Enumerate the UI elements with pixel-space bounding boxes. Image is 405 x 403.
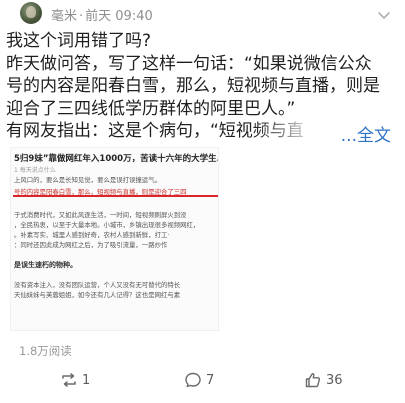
comment-button[interactable]: 7 [184, 369, 214, 391]
article-line: ，全民热衷，以至于大量本地。小城市，乡镇出现很多视频网红， [14, 221, 200, 229]
post-meta: 毫米 · 前天 09:40 [51, 5, 153, 24]
text-fade [253, 120, 333, 144]
repost-button[interactable]: 1 [60, 369, 90, 391]
article-line: 没有资本注入，没有团队运营，个人又没有无可替代的特长 [14, 281, 181, 289]
meta-separator: · [79, 9, 84, 24]
comment-icon [184, 371, 202, 389]
post-line: 迎合了三四线低学历群体的阿里巴人。” [6, 98, 296, 119]
chevron-down-icon[interactable] [377, 8, 391, 22]
action-bar: 1 7 36 [0, 365, 405, 403]
post-body[interactable]: 我这个词用错了吗? 昨天做问答，写了这样一句话：“如果说微信公众 号的内容是阳春… [6, 30, 396, 143]
post-header: 毫米 · 前天 09:40 [0, 0, 405, 34]
username[interactable]: 毫米 [51, 9, 77, 24]
repost-icon [60, 371, 78, 389]
post-line: 昨天做问答，写了这样一句话：“如果说微信公众 [6, 53, 372, 74]
article-headline: 5归9妹”靠做网红年入1000万，苦读十六年的大学生... [14, 154, 219, 164]
thumbs-up-icon [304, 371, 322, 389]
article-line: 天仙妹妹与芙蓉姐姐，如今还有几人记得？这也是网红与素 [14, 291, 181, 299]
post-line: 有网友指出：这是个病句，“短视频与直 [6, 121, 304, 141]
article-source: 1 每天说点什么 [14, 167, 56, 174]
avatar[interactable] [20, 2, 42, 24]
expand-full-text-link[interactable]: ...全文 [341, 121, 391, 146]
article-line: ：同时还因此成为网红之后，为了吸引流量，一路炒作 [14, 241, 168, 249]
repost-count: 1 [82, 372, 91, 388]
article-line: 。补素写实、城里人感到好奇，农村人感到新鲜，打工· [14, 231, 170, 239]
article-line: 上风口的，要么是长知见觉，要么是误打误撞运气。 [14, 176, 161, 184]
like-button[interactable]: 36 [304, 369, 343, 391]
read-count: 1.8万阅读 [19, 344, 72, 358]
like-count: 36 [326, 372, 343, 388]
article-subheading: 是误生速朽的物种。 [14, 261, 77, 269]
post-line: 号的内容是阳春白雪，那么，短视频与直播，则是 [6, 76, 380, 96]
article-line: 于式消费时代，又如此风逐生活，一时间，短视频刷屏火到没 [14, 211, 187, 219]
article-image[interactable]: 5归9妹”靠做网红年入1000万，苦读十六年的大学生... 1 每天说点什么 上… [10, 147, 219, 331]
image-fade [11, 314, 218, 330]
article-highlight-line: 号的内容是阳春白雪，那么，短视频与直播，则是迎合了三四 [14, 188, 187, 196]
post-line: 我这个词用错了吗? [6, 31, 152, 51]
post-time: 前天 09:40 [85, 9, 153, 24]
comment-count: 7 [206, 372, 215, 388]
